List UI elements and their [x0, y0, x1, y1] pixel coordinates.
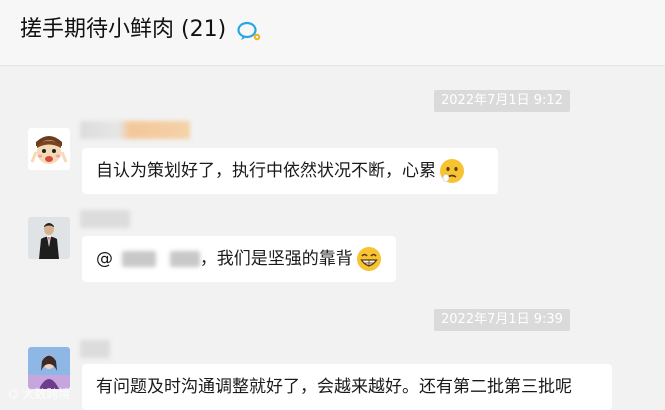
chat-header: 搓手期待小鲜肉 (21) [0, 0, 665, 66]
message-text: 有问题及时沟通调整就好了，会越来越好。还有第二批第三批呢 [96, 377, 572, 397]
worried-face-emoji-icon [440, 159, 464, 183]
cartoon-avatar-icon [28, 128, 70, 170]
message-bubble[interactable]: 有问题及时沟通调整就好了，会越来越好。还有第二批第三批呢 [82, 364, 612, 410]
mentioned-user-blurred [169, 251, 200, 267]
message-bubble[interactable]: 自认为策划好了，执行中依然状况不断，心累 [82, 148, 498, 194]
mention-symbol: @ [96, 249, 113, 269]
sender-name-blurred [80, 340, 110, 358]
message-timestamp: 2022年7月1日 9:12 [434, 90, 570, 112]
grinning-face-emoji-icon [356, 247, 381, 271]
mentioned-user-blurred [122, 251, 157, 267]
chat-title: 搓手期待小鲜肉 (21) [20, 17, 227, 42]
watermark: ⌬ 大数跨境 [8, 385, 70, 402]
message-text: 自认为策划好了，执行中依然状况不断，心累 [96, 161, 436, 181]
woman-photo-avatar-icon [28, 347, 70, 389]
group-chat-icon[interactable] [236, 20, 262, 42]
watermark-logo-icon: ⌬ [8, 387, 19, 401]
message-bubble[interactable]: @ ，我们是坚强的靠背 [82, 236, 396, 282]
sender-name-blurred [80, 210, 130, 228]
message-timestamp: 2022年7月1日 9:39 [434, 309, 570, 331]
avatar[interactable] [28, 217, 70, 259]
watermark-text: 大数跨境 [22, 387, 71, 401]
avatar[interactable] [28, 347, 70, 389]
avatar[interactable] [28, 128, 70, 170]
message-text: ，我们是坚强的靠背 [199, 249, 353, 269]
man-in-suit-avatar-icon [28, 217, 70, 259]
sender-name-blurred [80, 121, 190, 139]
